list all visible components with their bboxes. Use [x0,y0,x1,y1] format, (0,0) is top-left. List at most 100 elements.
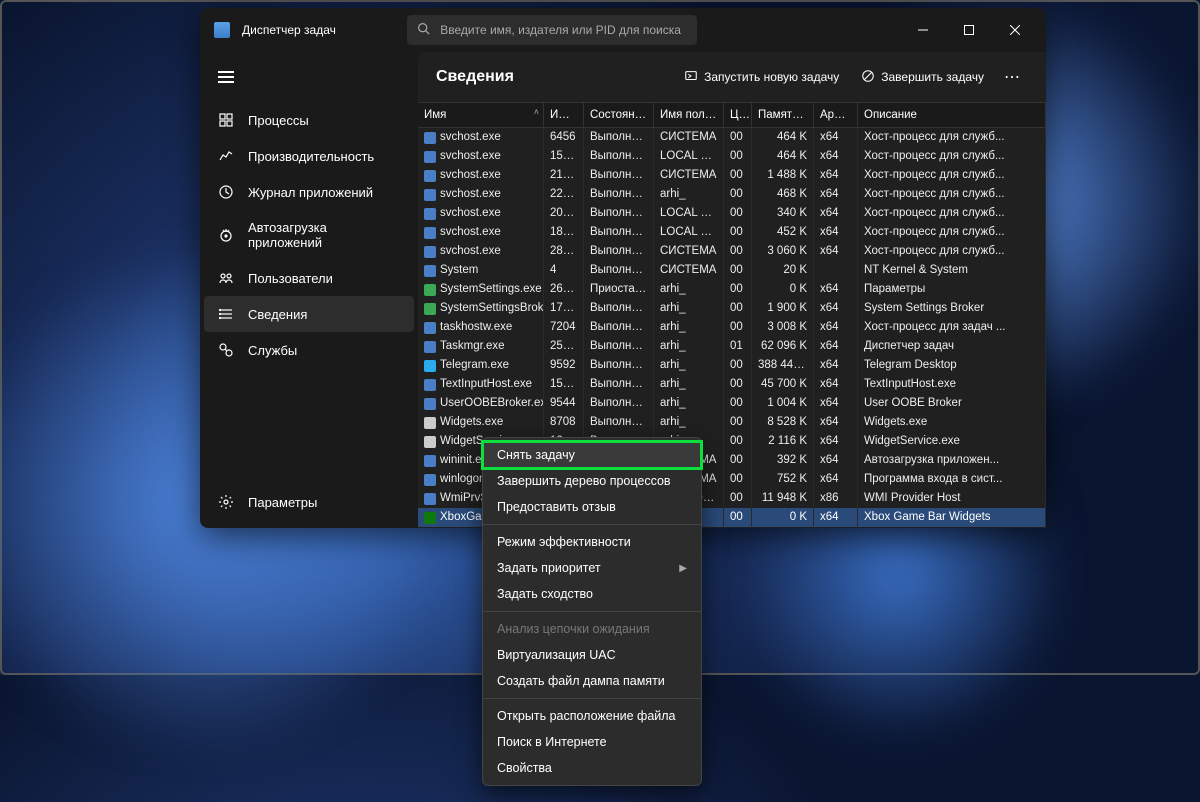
process-icon [424,189,436,201]
col-mem[interactable]: Память (а... [752,103,814,127]
sidebar-item-performance[interactable]: Производительность [204,138,414,174]
titlebar[interactable]: Диспетчер задач Введите имя, издателя ил… [200,8,1046,52]
process-icon [424,284,436,296]
menu-item[interactable]: Предоставить отзыв [483,494,701,520]
app-icon [214,22,230,38]
submenu-arrow-icon: ▶ [679,563,687,574]
process-icon [424,512,436,524]
menu-separator [483,698,701,699]
process-icon [424,398,436,410]
menu-item[interactable]: Открыть расположение файла [483,703,701,729]
sidebar-item-services[interactable]: Службы [204,332,414,368]
services-icon [218,342,234,358]
table-row[interactable]: svchost.exe15488ВыполняетсяLOCAL SE...00… [418,147,1046,166]
table-row[interactable]: svchost.exe21784ВыполняетсяСИСТЕМА001 48… [418,166,1046,185]
table-row[interactable]: Taskmgr.exe25316Выполняетсяarhi_0162 096… [418,337,1046,356]
sidebar-item-label: Параметры [248,495,317,510]
page-heading: Сведения [436,68,514,86]
process-icon [424,151,436,163]
process-icon [424,246,436,258]
menu-item[interactable]: Режим эффективности [483,529,701,555]
menu-item[interactable]: Свойства [483,755,701,781]
process-icon [424,227,436,239]
run-icon [684,69,698,86]
stop-icon [861,69,875,86]
run-new-task-button[interactable]: Запустить новую задачу [676,63,847,92]
context-menu: Снять задачуЗавершить дерево процессовПр… [482,437,702,786]
table-row[interactable]: svchost.exe18708ВыполняетсяLOCAL SE...00… [418,223,1046,242]
process-icon [424,379,436,391]
sidebar-item-app-history[interactable]: Журнал приложений [204,174,414,210]
table-row[interactable]: SystemSettings.exe26268Приостановл...arh… [418,280,1046,299]
search-input[interactable]: Введите имя, издателя или PID для поиска [407,15,697,45]
menu-item[interactable]: Создать файл дампа памяти [483,668,701,694]
sidebar-item-label: Сведения [248,307,307,322]
minimize-button[interactable] [900,14,946,46]
process-icon [424,341,436,353]
table-row[interactable]: SystemSettingsBroke...17984Выполняетсяar… [418,299,1046,318]
process-icon [424,436,436,448]
sidebar-item-label: Автозагрузка приложений [248,220,400,250]
sidebar-item-label: Службы [248,343,297,358]
menu-item[interactable]: Виртуализация UAC [483,642,701,668]
sidebar: Процессы Производительность Журнал приложе… [200,52,418,528]
table-row[interactable]: taskhostw.exe7204Выполняетсяarhi_003 008… [418,318,1046,337]
gear-icon [218,494,234,510]
menu-item[interactable]: Завершить дерево процессов [483,468,701,494]
close-button[interactable] [992,14,1038,46]
col-name[interactable]: Имя [418,103,544,127]
window-controls [900,14,1038,46]
menu-item[interactable]: Поиск в Интернете [483,729,701,755]
users-icon [218,270,234,286]
sidebar-item-label: Журнал приложений [248,185,373,200]
search-placeholder: Введите имя, издателя или PID для поиска [440,23,681,37]
processes-icon [218,112,234,128]
process-icon [424,493,436,505]
menu-separator [483,611,701,612]
sidebar-item-details[interactable]: Сведения [204,296,414,332]
process-icon [424,265,436,277]
table-row[interactable]: UserOOBEBroker.exe9544Выполняетсяarhi_00… [418,394,1046,413]
sidebar-item-users[interactable]: Пользователи [204,260,414,296]
end-task-button[interactable]: Завершить задачу [853,63,992,92]
more-button[interactable]: ⋯ [998,63,1028,91]
table-row[interactable]: svchost.exe28624ВыполняетсяСИСТЕМА003 06… [418,242,1046,261]
sidebar-item-processes[interactable]: Процессы [204,102,414,138]
search-icon [417,22,430,38]
col-desc[interactable]: Описание [858,103,1046,127]
sidebar-item-label: Производительность [248,149,374,164]
menu-item[interactable]: Задать приоритет▶ [483,555,701,581]
startup-icon [218,227,234,243]
hamburger-button[interactable] [204,60,414,94]
details-icon [218,306,234,322]
sidebar-item-label: Процессы [248,113,309,128]
table-header[interactable]: Имя ИД п... Состояние Имя пользо... ЦП П… [418,102,1046,128]
table-row[interactable]: System4ВыполняетсяСИСТЕМА0020 KNT Kernel… [418,261,1046,280]
process-icon [424,474,436,486]
menu-item[interactable]: Задать сходство [483,581,701,607]
sidebar-item-settings[interactable]: Параметры [204,484,414,520]
process-icon [424,455,436,467]
menu-item[interactable]: Снять задачу [483,442,701,468]
col-user[interactable]: Имя пользо... [654,103,724,127]
col-pid[interactable]: ИД п... [544,103,584,127]
col-arch[interactable]: Архите... [814,103,858,127]
table-row[interactable]: svchost.exe22228Выполняетсяarhi_00468 Kx… [418,185,1046,204]
process-icon [424,208,436,220]
app-history-icon [218,184,234,200]
sidebar-item-startup[interactable]: Автозагрузка приложений [204,210,414,260]
maximize-button[interactable] [946,14,992,46]
table-row[interactable]: TextInputHost.exe15104Выполняетсяarhi_00… [418,375,1046,394]
performance-icon [218,148,234,164]
col-state[interactable]: Состояние [584,103,654,127]
toolbar: Сведения Запустить новую задачу Завершит… [418,52,1046,102]
table-row[interactable]: svchost.exe6456ВыполняетсяСИСТЕМА00464 K… [418,128,1046,147]
process-icon [424,417,436,429]
table-row[interactable]: svchost.exe20628ВыполняетсяLOCAL SE...00… [418,204,1046,223]
table-row[interactable]: Widgets.exe8708Выполняетсяarhi_008 528 K… [418,413,1046,432]
col-cpu[interactable]: ЦП [724,103,752,127]
window-title: Диспетчер задач [242,23,336,37]
table-row[interactable]: Telegram.exe9592Выполняетсяarhi_00388 44… [418,356,1046,375]
process-icon [424,303,436,315]
process-icon [424,132,436,144]
